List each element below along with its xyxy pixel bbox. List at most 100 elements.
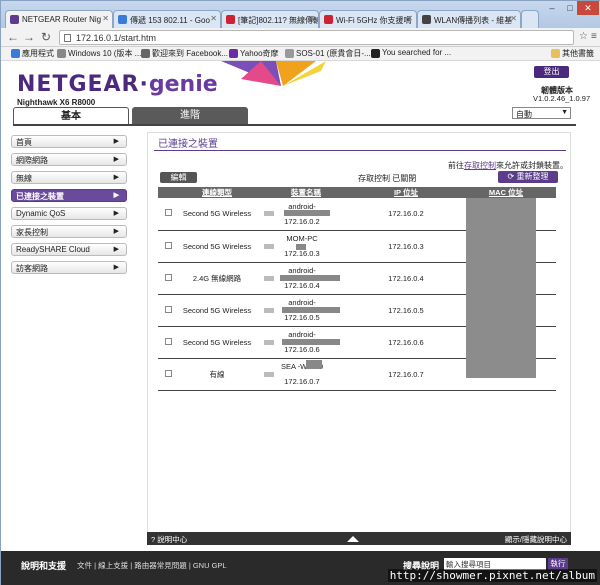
row-checkbox[interactable] [164, 305, 172, 313]
help-center-toggle[interactable]: ? 說明中心 [151, 534, 187, 545]
sidebar-item-readyshare[interactable]: ReadySHARE Cloud ▶ [11, 243, 127, 256]
sidebar-item-label: 家長控制 [16, 228, 48, 237]
show-hide-help-link[interactable]: 顯示/隱藏說明中心 [505, 534, 567, 545]
row-select [158, 358, 178, 391]
bookmarks-bar: 應用程式 Windows 10 (版本 ... 歡迎來到 Facebook...… [1, 47, 600, 61]
device-icon [264, 211, 274, 216]
chevron-right-icon: ▶ [113, 174, 119, 181]
star-icon[interactable]: ☆ [579, 30, 588, 44]
folder-icon [551, 49, 560, 58]
tab-wifi[interactable]: Wi-Fi 5GHz 你支援嗎 ✕ [319, 10, 417, 28]
sidebar-item-home[interactable]: 首頁 ▶ [11, 135, 127, 148]
device-name-cell: android- 172.16.0.5 [256, 294, 356, 327]
row-checkbox[interactable] [164, 273, 172, 281]
forward-icon[interactable]: → [23, 30, 35, 44]
bookmark-label: SOS-01 (原貴會日-... [296, 49, 371, 58]
device-icon [264, 307, 274, 313]
address-bar[interactable]: 172.16.0.1/start.htm [59, 30, 574, 45]
device-icon [264, 275, 274, 281]
tab-wiki[interactable]: WLAN傳播列表 - 維基 ✕ [417, 10, 521, 28]
sidebar-item-qos[interactable]: Dynamic QoS ▶ [11, 207, 127, 220]
device-name-ip: 172.16.0.6 [284, 345, 320, 354]
header-ip[interactable]: IP 位址 [356, 187, 456, 198]
bookmark-windows[interactable]: Windows 10 (版本 ... [57, 48, 141, 59]
bookmark-apps[interactable]: 應用程式 [11, 48, 54, 59]
ip-address: 172.16.0.3 [356, 230, 456, 263]
chevron-right-icon: ▶ [113, 246, 119, 253]
sidebar-item-wireless[interactable]: 無線 ▶ [11, 171, 127, 184]
header-device-name[interactable]: 裝置名稱 [256, 187, 356, 198]
menu-icon[interactable]: ≡ [591, 30, 597, 44]
close-icon[interactable]: ✕ [102, 14, 109, 23]
header-select [158, 187, 178, 198]
footer-title: 說明和支援 [21, 561, 67, 571]
header-connection-type[interactable]: 連線類型 [178, 187, 256, 198]
expand-arrow-icon[interactable] [347, 536, 359, 542]
row-select [158, 262, 178, 295]
url-text: 172.16.0.1/start.htm [76, 33, 157, 43]
tab-netgear[interactable]: NETGEAR Router Nig ✕ [5, 10, 113, 28]
edit-button[interactable]: 編輯 [160, 172, 197, 183]
bookmark-sos[interactable]: SOS-01 (原貴會日-... [285, 48, 371, 59]
chevron-right-icon: ▶ [113, 264, 119, 271]
row-select [158, 294, 178, 327]
row-select [158, 198, 178, 231]
genie-burst-graphic [221, 61, 326, 86]
device-name-ip: 172.16.0.4 [284, 281, 320, 290]
router-page: NETGEAR·genie Nighthawk X6 R8000 登出 韌體版本… [1, 61, 600, 585]
bookmark-facebook[interactable]: 歡迎來到 Facebook... [141, 48, 228, 59]
access-control-link[interactable]: 存取控制 [464, 161, 496, 170]
close-icon[interactable]: ✕ [210, 14, 217, 23]
back-icon[interactable]: ← [7, 30, 19, 44]
bookmark-search[interactable]: You searched for ... [371, 48, 452, 58]
ip-address: 172.16.0.7 [356, 358, 456, 391]
bookmark-label: 歡迎來到 Facebook... [152, 49, 229, 58]
sidebar-item-label: 已連接之裝置 [16, 192, 64, 201]
row-checkbox[interactable] [164, 369, 172, 377]
new-tab-button[interactable] [521, 10, 539, 28]
device-name-ip: 172.16.0.7 [284, 377, 320, 386]
chevron-right-icon: ▶ [113, 138, 119, 145]
bookmark-label: 應用程式 [22, 49, 54, 58]
close-window-icon[interactable]: ✕ [577, 1, 599, 15]
sidebar-item-label: Dynamic QoS [16, 209, 66, 218]
bookmark-yahoo[interactable]: Yahoo奇摩 [229, 48, 279, 59]
header-mac[interactable]: MAC 位址 [456, 187, 556, 198]
sidebar-item-parental[interactable]: 家長控制 ▶ [11, 225, 127, 238]
reload-icon[interactable]: ↻ [41, 30, 51, 44]
sidebar-item-guest[interactable]: 訪客網路 ▶ [11, 261, 127, 274]
title-underline [154, 150, 566, 151]
row-checkbox[interactable] [164, 337, 172, 345]
wiki-favicon-icon [422, 15, 431, 24]
row-checkbox[interactable] [164, 209, 172, 217]
row-checkbox[interactable] [164, 241, 172, 249]
device-name-ip: 172.16.0.2 [284, 216, 320, 226]
bookmark-other[interactable]: 其他書籤 [551, 48, 594, 59]
tab-note[interactable]: [筆記]802.11? 無線傳輸 ✕ [221, 10, 319, 28]
footer-links[interactable]: 文件 | 線上支援 | 路由器常見問題 | GNU GPL [77, 560, 227, 571]
sidebar-item-internet[interactable]: 網際網路 ▶ [11, 153, 127, 166]
page-icon [64, 34, 71, 42]
device-icon [264, 371, 274, 377]
connection-type: Second 5G Wireless [178, 326, 256, 359]
logout-button[interactable]: 登出 [534, 66, 569, 78]
g-icon [371, 49, 380, 58]
notice-prefix: 前往 [448, 161, 464, 170]
device-name-cell: android- 172.16.0.2 [256, 198, 356, 231]
device-name: MOM-PC [286, 234, 318, 243]
chevron-down-icon: ▼ [561, 109, 568, 116]
tab-basic[interactable]: 基本 [13, 107, 129, 125]
close-icon[interactable]: ✕ [510, 14, 517, 23]
device-name-ip: 172.16.0.3 [284, 249, 320, 258]
tab-advanced[interactable]: 進階 [132, 107, 248, 125]
refresh-button[interactable]: ⟳ 重新整理 [498, 171, 558, 183]
sidebar-item-attached-devices[interactable]: 已連接之裝置 ▶ [11, 189, 127, 202]
device-icon [264, 339, 274, 345]
close-icon[interactable]: ✕ [406, 14, 413, 23]
chevron-right-icon: ▶ [113, 210, 119, 217]
mode-select[interactable]: 自動 ▼ [512, 107, 571, 119]
redacted-name [280, 274, 340, 281]
close-icon[interactable]: ✕ [308, 14, 315, 23]
bookmark-label: You searched for ... [382, 48, 452, 57]
tab-google[interactable]: 傳遞 153 802.11 - Goo ✕ [113, 10, 221, 28]
